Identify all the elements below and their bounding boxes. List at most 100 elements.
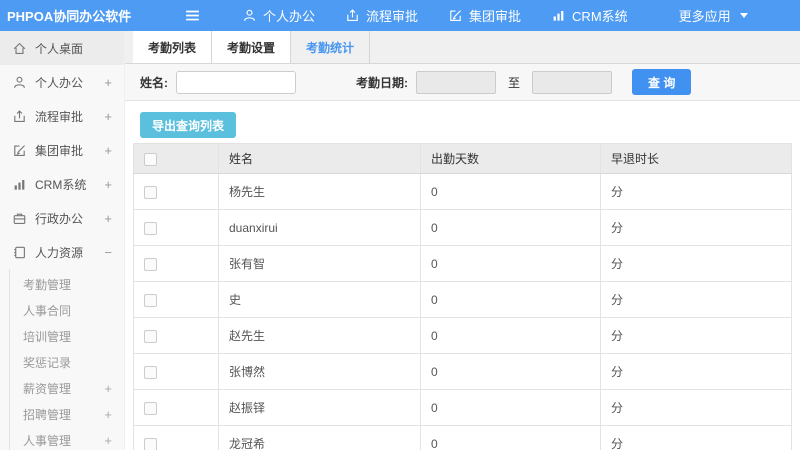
- row-checkbox[interactable]: [144, 365, 157, 379]
- row-late-cell: 分: [600, 245, 792, 282]
- sidebar-sub-item-label: 人事管理: [23, 433, 72, 448]
- row-select-cell: [133, 317, 219, 354]
- name-filter-label: 姓名:: [140, 75, 168, 90]
- tab[interactable]: 考勤设置: [212, 31, 292, 63]
- sidebar-item-label: 集团审批: [35, 143, 84, 158]
- row-days-cell: 0: [420, 389, 601, 426]
- chevron-down-icon: [739, 13, 748, 18]
- row-name-cell: 赵振铎: [218, 389, 421, 426]
- tab-label: 考勤统计: [306, 40, 355, 55]
- date-from-input[interactable]: [416, 70, 496, 94]
- sidebar-sub-item[interactable]: 招聘管理 +: [10, 401, 124, 427]
- table-row: duanxirui 0 分: [133, 209, 792, 246]
- search-button[interactable]: 查 询: [632, 69, 692, 95]
- sidebar-sub-item-label: 薪资管理: [23, 381, 72, 396]
- sidebar-item-label: 个人桌面: [35, 41, 84, 56]
- row-checkbox[interactable]: [144, 329, 157, 343]
- top-nav-item[interactable]: 流程审批: [330, 0, 433, 31]
- chart-icon: [551, 8, 566, 23]
- table-row: 张有智 0 分: [133, 245, 792, 282]
- row-checkbox[interactable]: [144, 437, 157, 450]
- row-days-cell: 0: [420, 317, 601, 354]
- sidebar-sub-item[interactable]: 奖惩记录: [10, 349, 124, 375]
- page: PHPOA协同办公软件 个人办公 流程审批 集团审批 CRM系统 更多应用 个人…: [0, 0, 800, 450]
- row-checkbox[interactable]: [144, 221, 157, 235]
- sidebar-item[interactable]: 行政办公 +: [0, 201, 124, 235]
- sidebar-item[interactable]: 人力资源 −: [0, 235, 124, 269]
- top-nav-item[interactable]: 个人办公: [227, 0, 330, 31]
- sidebar-item-label: 流程审批: [35, 109, 84, 124]
- briefcase-icon: [12, 211, 27, 226]
- tab[interactable]: 考勤统计: [291, 31, 371, 63]
- export-list-button[interactable]: 导出查询列表: [140, 112, 237, 138]
- sidebar-sub-item[interactable]: 培训管理: [10, 323, 124, 349]
- sidebar-item[interactable]: CRM系统 +: [0, 167, 124, 201]
- share-icon: [12, 109, 27, 124]
- row-late-cell: 分: [600, 173, 792, 210]
- sidebar-item[interactable]: 集团审批 +: [0, 133, 124, 167]
- row-days-cell: 0: [420, 173, 601, 210]
- table-row: 史 0 分: [133, 281, 792, 318]
- sidebar-item[interactable]: 个人桌面: [0, 31, 124, 65]
- nav-icon: [658, 8, 673, 23]
- row-days-cell: 0: [420, 425, 601, 450]
- expand-toggle: +: [104, 142, 112, 158]
- sidebar-sub-item[interactable]: 薪资管理 +: [10, 375, 124, 401]
- date-to-input[interactable]: [532, 70, 613, 94]
- main-content: 考勤列表 考勤设置 考勤统计 姓名: 考勤日期: 至 查 询 导出查询列表 姓名…: [125, 31, 800, 450]
- chart-icon: [12, 177, 27, 192]
- table-row: 杨先生 0 分: [133, 173, 792, 210]
- select-all-checkbox[interactable]: [144, 152, 157, 166]
- attendance-table-wrap: 姓名 出勤天数 早退时长 杨先生 0 分 duanxirui 0 分 张有智 0…: [133, 143, 792, 450]
- top-nav-item[interactable]: 更多应用: [643, 0, 763, 31]
- user-icon: [242, 8, 257, 23]
- sidebar-sub-item[interactable]: 人事合同: [10, 297, 124, 323]
- expand-toggle: +: [104, 108, 112, 124]
- table-row: 张博然 0 分: [133, 353, 792, 390]
- menu-toggle-button[interactable]: [184, 7, 201, 24]
- table-body: 杨先生 0 分 duanxirui 0 分 张有智 0 分 史 0 分 赵先生 …: [133, 173, 792, 450]
- expand-toggle: +: [104, 176, 112, 192]
- tab[interactable]: 考勤列表: [133, 31, 213, 63]
- sidebar-sub-item[interactable]: 人事管理 +: [10, 427, 124, 450]
- sidebar-sub-item[interactable]: 考勤管理: [10, 271, 124, 297]
- top-nav: 个人办公 流程审批 集团审批 CRM系统 更多应用: [227, 0, 763, 31]
- top-nav-item[interactable]: 集团审批: [433, 0, 536, 31]
- sidebar-main-items: 个人桌面 个人办公 + 流程审批 + 集团审批 + CRM系统 + 行政办公 +…: [0, 31, 124, 269]
- app-logo: PHPOA协同办公软件: [7, 9, 132, 24]
- home-icon: [12, 41, 27, 56]
- column-header-days: 出勤天数: [420, 143, 601, 174]
- table-head: 姓名 出勤天数 早退时长: [133, 143, 792, 174]
- row-late-cell: 分: [600, 317, 792, 354]
- sidebar-sub-item-label: 培训管理: [23, 329, 72, 344]
- share-icon: [345, 8, 360, 23]
- tab-label: 考勤设置: [227, 40, 276, 55]
- expand-toggle: +: [104, 432, 112, 448]
- row-select-cell: [133, 389, 219, 426]
- top-header: PHPOA协同办公软件 个人办公 流程审批 集团审批 CRM系统 更多应用: [0, 0, 800, 31]
- name-filter-input[interactable]: [176, 70, 296, 94]
- sidebar-item[interactable]: 流程审批 +: [0, 99, 124, 133]
- tab-bar: 考勤列表 考勤设置 考勤统计: [125, 31, 800, 64]
- edit-icon: [448, 8, 463, 23]
- sidebar: 个人桌面 个人办公 + 流程审批 + 集团审批 + CRM系统 + 行政办公 +…: [0, 31, 125, 450]
- row-name-cell: duanxirui: [218, 209, 421, 246]
- table-row: 赵先生 0 分: [133, 317, 792, 354]
- sidebar-item[interactable]: 个人办公 +: [0, 65, 124, 99]
- row-checkbox[interactable]: [144, 185, 157, 199]
- row-late-cell: 分: [600, 389, 792, 426]
- row-late-cell: 分: [600, 425, 792, 450]
- top-nav-item-label: 集团审批: [469, 9, 522, 24]
- column-header-late: 早退时长: [600, 143, 792, 174]
- date-to-label: 至: [508, 75, 521, 90]
- sidebar-item-label: CRM系统: [35, 177, 87, 192]
- date-filter-label: 考勤日期:: [356, 75, 408, 90]
- row-checkbox[interactable]: [144, 293, 157, 307]
- top-nav-item-label: 更多应用: [678, 9, 731, 24]
- top-nav-item[interactable]: CRM系统: [536, 0, 643, 31]
- top-nav-item-label: 个人办公: [263, 9, 316, 24]
- row-select-cell: [133, 425, 219, 450]
- row-checkbox[interactable]: [144, 401, 157, 415]
- row-late-cell: 分: [600, 209, 792, 246]
- row-checkbox[interactable]: [144, 257, 157, 271]
